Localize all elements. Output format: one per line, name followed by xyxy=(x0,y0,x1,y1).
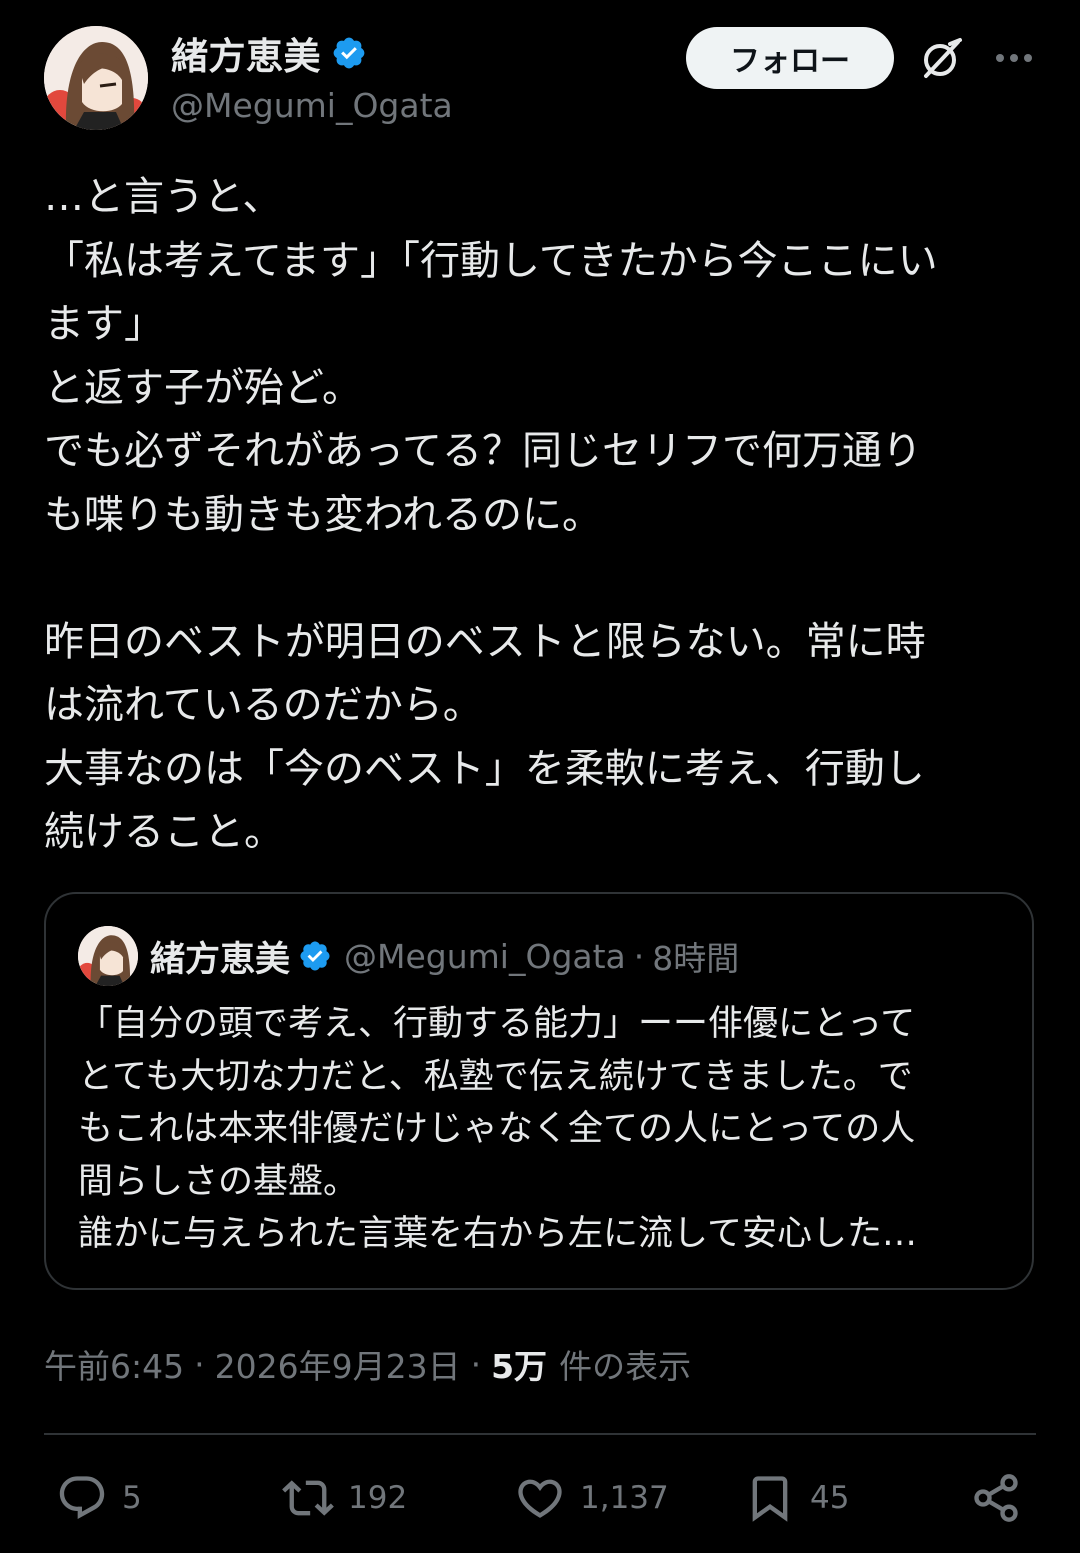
quoted-timestamp: 8時間 xyxy=(652,939,740,978)
meta-separator: · xyxy=(194,1344,205,1384)
tweet-metadata: 午前6:45 · 2026年9月23日 · 5万 件の表示 xyxy=(44,1338,691,1390)
views-count[interactable]: 5万 xyxy=(491,1340,547,1388)
bookmark-button[interactable]: 45 xyxy=(744,1462,849,1534)
like-count: 1,137 xyxy=(580,1480,669,1516)
follow-button[interactable]: フォロー xyxy=(686,27,894,89)
verified-badge-icon[interactable] xyxy=(331,35,367,71)
quoted-tweet-card[interactable]: 緒方恵美 @Megumi_Ogata · 8時間 「自分の頭で考え、行動する能力… xyxy=(44,892,1034,1290)
reply-button[interactable]: 5 xyxy=(56,1462,142,1534)
action-bar: 5 192 1,137 45 xyxy=(44,1462,1036,1534)
quoted-header: 緒方恵美 @Megumi_Ogata · 8時間 xyxy=(150,930,739,982)
more-options-icon[interactable] xyxy=(992,38,1036,78)
post-time[interactable]: 午前6:45 xyxy=(44,1340,184,1388)
reply-icon xyxy=(59,1476,105,1520)
bookmark-count: 45 xyxy=(810,1480,850,1516)
author-handle[interactable]: @Megumi_Ogata xyxy=(171,86,453,125)
grok-icon[interactable] xyxy=(918,36,964,82)
like-button[interactable]: 1,137 xyxy=(514,1462,669,1534)
divider xyxy=(44,1433,1036,1435)
author-names: 緒方恵美 @Megumi_Ogata xyxy=(171,28,453,125)
retweet-icon xyxy=(282,1480,334,1516)
quoted-display-name: 緒方恵美 xyxy=(150,939,291,980)
quoted-handle: @Megumi_Ogata xyxy=(344,936,626,976)
share-icon xyxy=(974,1474,1018,1522)
heart-icon xyxy=(518,1479,562,1518)
author-avatar[interactable] xyxy=(44,26,148,130)
display-name-row: 緒方恵美 xyxy=(171,28,453,78)
post-date[interactable]: 2026年9月23日 xyxy=(215,1340,461,1388)
retweet-button[interactable]: 192 xyxy=(282,1462,407,1534)
quoted-verified-badge-icon xyxy=(298,939,332,973)
views-label: 件の表示 xyxy=(559,1347,692,1386)
meta-separator: · xyxy=(470,1344,482,1384)
tweet-header: 緒方恵美 @Megumi_Ogata フォロー xyxy=(44,24,1044,134)
tweet-text: …と言うと、 「私は考えてます」「行動してきたから今ここにい ます」 と返す子が… xyxy=(44,174,938,855)
quoted-author-avatar xyxy=(78,926,138,986)
author-display-name[interactable]: 緒方恵美 xyxy=(171,26,321,80)
quoted-tweet-text: 「自分の頭で考え、行動する能力」ーー俳優にとって とても大切な力だと、私塾で伝え… xyxy=(78,1004,917,1254)
retweet-count: 192 xyxy=(348,1480,408,1516)
share-button[interactable] xyxy=(970,1462,1022,1534)
reply-count: 5 xyxy=(122,1480,142,1516)
bookmark-icon xyxy=(752,1476,788,1522)
quoted-separator: · xyxy=(633,936,645,976)
